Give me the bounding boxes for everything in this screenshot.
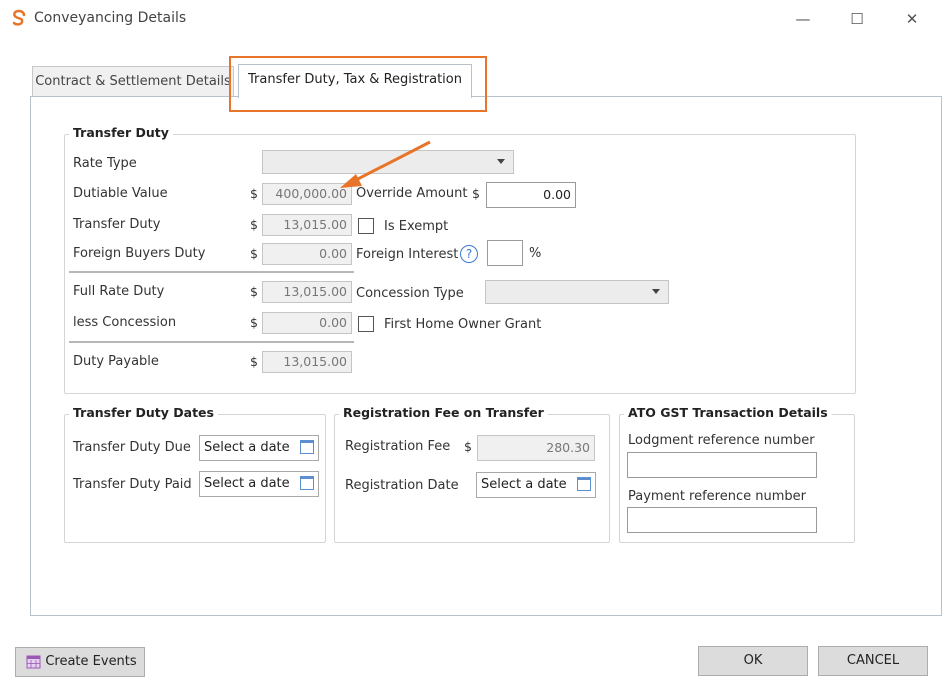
annotation-arrow-icon <box>340 140 431 188</box>
lodgment-reference-input[interactable] <box>627 452 817 478</box>
help-icon[interactable]: ? <box>460 245 478 263</box>
duty-payable-label: Duty Payable <box>73 354 159 369</box>
payment-reference-label: Payment reference number <box>628 489 806 504</box>
currency-symbol: $ <box>250 354 258 369</box>
transfer-duty-legend: Transfer Duty <box>69 125 173 140</box>
foreign-interest-label: Foreign Interest <box>356 247 459 262</box>
tab-highlight-box <box>229 56 487 112</box>
concession-type-label: Concession Type <box>356 286 464 301</box>
calendar-icon <box>26 655 41 669</box>
foreign-interest-input[interactable] <box>487 240 523 266</box>
ato-gst-legend: ATO GST Transaction Details <box>624 405 832 420</box>
ok-button[interactable]: OK <box>698 646 808 676</box>
rate-type-label: Rate Type <box>73 156 137 171</box>
first-home-owner-grant-checkbox[interactable] <box>358 316 374 332</box>
calendar-icon[interactable] <box>300 440 314 454</box>
calendar-icon[interactable] <box>577 477 591 491</box>
duty-payable-field: 13,015.00 <box>262 351 352 373</box>
lodgment-reference-label: Lodgment reference number <box>628 433 815 448</box>
app-logo-icon <box>12 9 26 26</box>
currency-symbol: $ <box>250 246 258 261</box>
transfer-duty-dates-legend: Transfer Duty Dates <box>69 405 218 420</box>
registration-fee-legend: Registration Fee on Transfer <box>339 405 548 420</box>
transfer-duty-due-date-picker[interactable]: Select a date <box>199 435 319 461</box>
currency-symbol: $ <box>250 186 258 201</box>
foreign-buyers-duty-field: 0.00 <box>262 243 352 265</box>
less-concession-label: less Concession <box>73 315 177 330</box>
cancel-button[interactable]: CANCEL <box>818 646 928 676</box>
override-amount-input[interactable]: 0.00 <box>486 182 576 208</box>
tab-contract-settlement[interactable]: Contract & Settlement Details <box>32 66 234 97</box>
less-concession-field: 0.00 <box>262 312 352 334</box>
chevron-down-icon <box>652 289 660 294</box>
close-icon[interactable]: ✕ <box>897 8 927 30</box>
currency-symbol: $ <box>464 439 472 454</box>
transfer-duty-label: Transfer Duty <box>73 217 161 232</box>
calendar-icon[interactable] <box>300 476 314 490</box>
currency-symbol: $ <box>250 284 258 299</box>
currency-symbol: $ <box>472 186 480 201</box>
maximize-icon[interactable]: ☐ <box>842 8 872 30</box>
is-exempt-checkbox[interactable] <box>358 218 374 234</box>
first-home-owner-grant-label: First Home Owner Grant <box>384 317 542 332</box>
currency-symbol: $ <box>250 315 258 330</box>
transfer-duty-paid-label: Transfer Duty Paid <box>73 477 192 492</box>
registration-fee-label: Registration Fee <box>345 439 451 454</box>
foreign-buyers-duty-label: Foreign Buyers Duty <box>73 246 206 261</box>
is-exempt-label: Is Exempt <box>384 219 449 234</box>
registration-date-label: Registration Date <box>345 478 459 493</box>
transfer-duty-due-label: Transfer Duty Due <box>73 440 191 455</box>
divider <box>69 271 354 273</box>
minimize-icon[interactable]: — <box>788 8 818 30</box>
chevron-down-icon <box>497 159 505 164</box>
full-rate-duty-field: 13,015.00 <box>262 281 352 303</box>
payment-reference-input[interactable] <box>627 507 817 533</box>
full-rate-duty-label: Full Rate Duty <box>73 284 165 299</box>
transfer-duty-paid-date-picker[interactable]: Select a date <box>199 471 319 497</box>
registration-date-picker[interactable]: Select a date <box>476 472 596 498</box>
transfer-duty-field: 13,015.00 <box>262 214 352 236</box>
divider <box>69 341 354 343</box>
currency-symbol: $ <box>250 217 258 232</box>
window-title: Conveyancing Details <box>34 10 187 26</box>
percent-symbol: % <box>529 246 542 261</box>
dutiable-value-label: Dutiable Value <box>73 186 168 201</box>
concession-type-select[interactable] <box>485 280 669 304</box>
registration-fee-field: 280.30 <box>477 435 595 461</box>
